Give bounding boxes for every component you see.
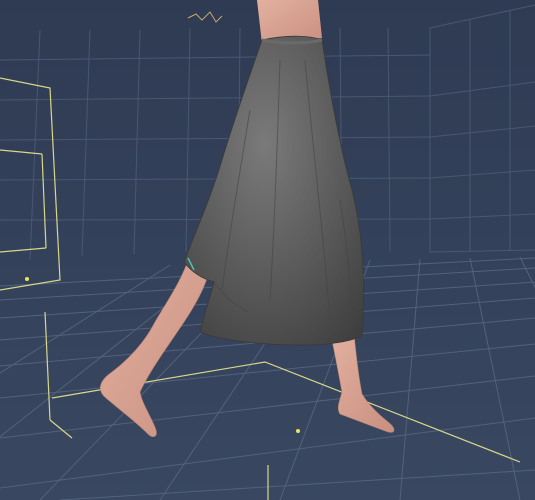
bbox-handle[interactable] <box>296 429 300 433</box>
3d-scene[interactable] <box>0 0 535 500</box>
bbox-handle[interactable] <box>25 277 29 281</box>
3d-viewport[interactable] <box>0 0 535 500</box>
